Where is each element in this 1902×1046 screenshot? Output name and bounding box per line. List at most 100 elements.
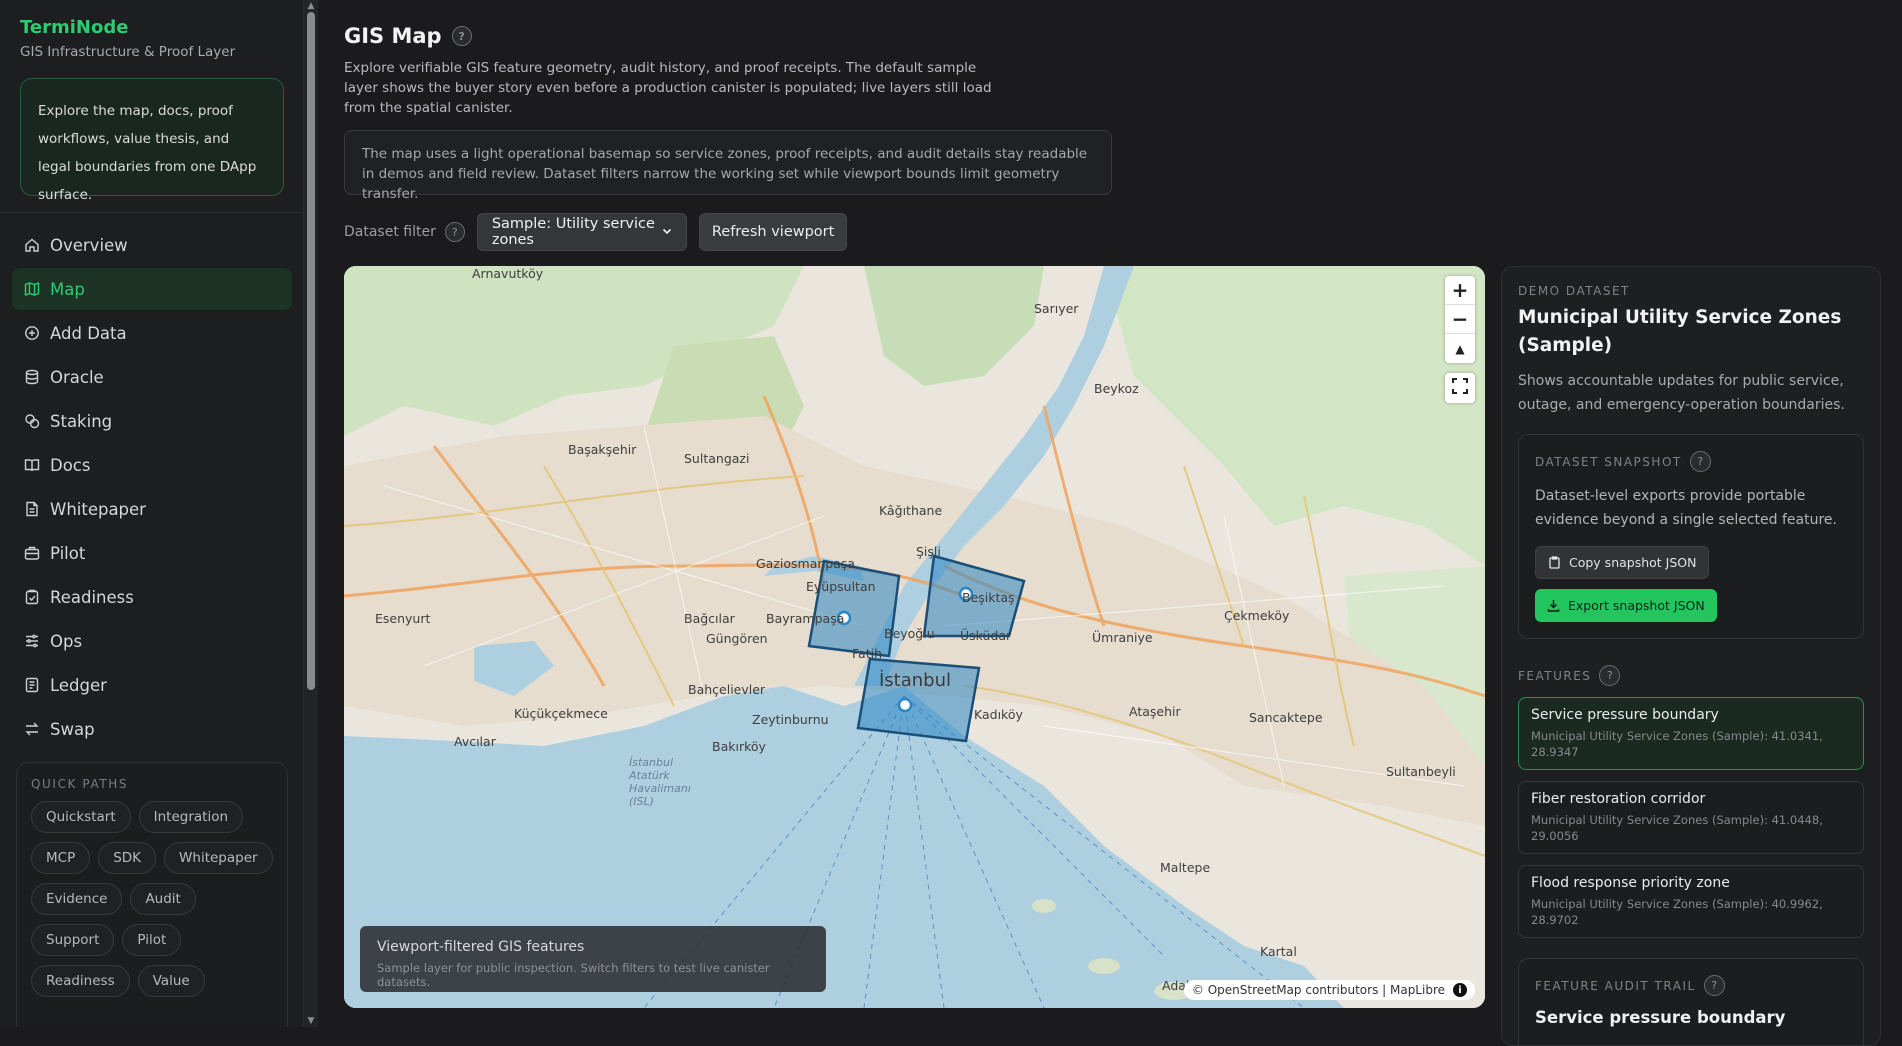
sidebar-item-overview[interactable]: Overview — [12, 224, 292, 266]
map-label: Sancaktepe — [1249, 710, 1323, 725]
map-label: Avcılar — [454, 734, 496, 749]
fullscreen-button[interactable] — [1445, 373, 1475, 403]
quick-path-chip[interactable]: MCP — [31, 842, 91, 874]
map-label: İstanbul — [879, 670, 952, 691]
sidebar-item-map[interactable]: Map — [12, 268, 292, 310]
overlay-title: Viewport-filtered GIS features — [377, 939, 585, 955]
brand-subtitle: GIS Infrastructure & Proof Layer — [20, 44, 236, 60]
refresh-viewport-button[interactable]: Refresh viewport — [698, 213, 848, 251]
map-label: Beyoğlu — [884, 626, 935, 641]
sidebar-item-label: Map — [50, 279, 85, 299]
copy-snapshot-button[interactable]: Copy snapshot JSON — [1535, 546, 1710, 579]
briefcase-icon — [24, 545, 40, 561]
quick-path-chip[interactable]: Quickstart — [31, 801, 131, 833]
sidebar-item-label: Staking — [50, 411, 113, 431]
brand-logo-text[interactable]: TermiNode — [20, 17, 128, 38]
sidebar-item-whitepaper[interactable]: Whitepaper — [12, 488, 292, 530]
map-label: Bakırköy — [712, 739, 766, 754]
sidebar-item-add-data[interactable]: Add Data — [12, 312, 292, 354]
compass-button[interactable]: ▲ — [1445, 334, 1475, 363]
intro-card: Explore the map, docs, proof workflows, … — [20, 78, 284, 203]
feature-meta: Municipal Utility Service Zones (Sample)… — [1531, 729, 1823, 759]
help-icon[interactable]: ? — [1703, 975, 1725, 996]
swap-arrows-icon — [24, 721, 40, 737]
quick-path-chip[interactable]: Evidence — [31, 883, 123, 915]
sidebar-item-label: Readiness — [50, 587, 134, 607]
feature-item-selected[interactable]: Service pressure boundary Municipal Util… — [1518, 697, 1864, 770]
map-label: Kartal — [1260, 944, 1297, 959]
page-title: GIS Map ? — [344, 24, 472, 48]
clipboard-check-icon — [24, 589, 40, 605]
help-icon[interactable]: ? — [444, 222, 465, 242]
attribution-text[interactable]: © OpenStreetMap contributors | MapLibre — [1192, 983, 1445, 997]
scroll-up-arrow-icon[interactable]: ▲ — [306, 1, 316, 11]
map-label: Sultanbeyli — [1386, 764, 1456, 779]
map-label: Küçükçekmece — [514, 706, 608, 721]
sidebar-item-readiness[interactable]: Readiness — [12, 576, 292, 618]
map-label: Gaziosmanpaşa — [756, 556, 856, 571]
sidebar-item-ledger[interactable]: Ledger — [12, 664, 292, 706]
sidebar: TermiNode GIS Infrastructure & Proof Lay… — [0, 0, 304, 1027]
map-label: Kadıköy — [974, 707, 1023, 722]
map-label: Başakşehir — [568, 442, 637, 457]
snapshot-eyebrow: DATASET SNAPSHOT — [1535, 454, 1682, 469]
feature-item[interactable]: Flood response priority zone Municipal U… — [1518, 865, 1864, 938]
sidebar-item-label: Add Data — [50, 323, 127, 343]
sidebar-divider — [0, 212, 303, 213]
download-icon — [1547, 600, 1560, 612]
panel-eyebrow: DEMO DATASET — [1518, 284, 1630, 298]
scrollbar-thumb[interactable] — [307, 12, 315, 690]
feature-name: Fiber restoration corridor — [1531, 791, 1706, 807]
map-canvas[interactable]: Arnavutköy Sarıyer Beykoz Başakşehir Sul… — [344, 266, 1485, 1008]
help-icon[interactable]: ? — [451, 26, 472, 46]
dataset-filter-select[interactable]: Sample: Utility service zones — [476, 213, 687, 251]
quick-path-chip[interactable]: Value — [137, 965, 205, 997]
sidebar-item-label: Ledger — [50, 675, 107, 695]
audit-eyebrow: FEATURE AUDIT TRAIL — [1535, 978, 1696, 993]
quick-path-chip[interactable]: Support — [31, 924, 115, 956]
info-icon[interactable]: i — [1453, 983, 1467, 997]
quick-paths-chips: Quickstart Integration MCP SDK Whitepape… — [31, 801, 273, 997]
scroll-down-arrow-icon[interactable]: ▼ — [306, 1016, 316, 1026]
sidebar-item-pilot[interactable]: Pilot — [12, 532, 292, 574]
map-icon — [24, 281, 40, 297]
sidebar-scrollbar[interactable]: ▲ ▼ — [304, 0, 318, 1027]
sidebar-item-label: Swap — [50, 719, 95, 739]
map-label: Sarıyer — [1034, 301, 1079, 316]
feature-meta: Municipal Utility Service Zones (Sample)… — [1531, 813, 1823, 843]
sidebar-item-oracle[interactable]: Oracle — [12, 356, 292, 398]
quick-path-chip[interactable]: Whitepaper — [164, 842, 273, 874]
export-snapshot-button[interactable]: Export snapshot JSON — [1535, 589, 1717, 622]
filter-row: Dataset filter ? Sample: Utility service… — [344, 213, 848, 251]
map-overlay-card: Viewport-filtered GIS features Sample la… — [360, 926, 826, 992]
help-icon[interactable]: ? — [1599, 665, 1621, 686]
quick-path-chip[interactable]: Readiness — [31, 965, 130, 997]
snapshot-description: Dataset-level exports provide portable e… — [1535, 488, 1837, 528]
sidebar-item-docs[interactable]: Docs — [12, 444, 292, 486]
snapshot-header: DATASET SNAPSHOT ? — [1535, 451, 1847, 472]
quick-paths-card: QUICK PATHS Quickstart Integration MCP S… — [16, 762, 288, 1027]
map-attribution: © OpenStreetMap contributors | MapLibre … — [1183, 980, 1475, 1000]
quick-path-chip[interactable]: Pilot — [122, 924, 182, 956]
sidebar-item-ops[interactable]: Ops — [12, 620, 292, 662]
audit-title: Service pressure boundary — [1535, 1008, 1786, 1027]
sidebar-item-staking[interactable]: Staking — [12, 400, 292, 442]
sidebar-item-swap[interactable]: Swap — [12, 708, 292, 750]
help-icon[interactable]: ? — [1689, 451, 1711, 472]
zoom-out-button[interactable]: − — [1445, 305, 1475, 334]
quick-path-chip[interactable]: Integration — [138, 801, 244, 833]
sidebar-item-label: Docs — [50, 455, 91, 475]
map-notice: The map uses a light operational basemap… — [344, 130, 1112, 202]
quick-path-chip[interactable]: Audit — [130, 883, 196, 915]
map-label: Esenyurt — [375, 611, 431, 626]
export-snapshot-label: Export snapshot JSON — [1568, 598, 1705, 613]
quick-path-chip[interactable]: SDK — [98, 842, 157, 874]
audit-header: FEATURE AUDIT TRAIL ? — [1535, 975, 1847, 996]
map-label: Maltepe — [1160, 860, 1211, 875]
features-eyebrow: FEATURES — [1518, 668, 1592, 683]
feature-item[interactable]: Fiber restoration corridor Municipal Uti… — [1518, 781, 1864, 854]
dataset-filter-label: Dataset filter — [344, 224, 436, 240]
map-label: Beşiktaş — [962, 590, 1015, 605]
map-label: Beykoz — [1094, 381, 1139, 396]
zoom-in-button[interactable]: + — [1445, 276, 1475, 305]
